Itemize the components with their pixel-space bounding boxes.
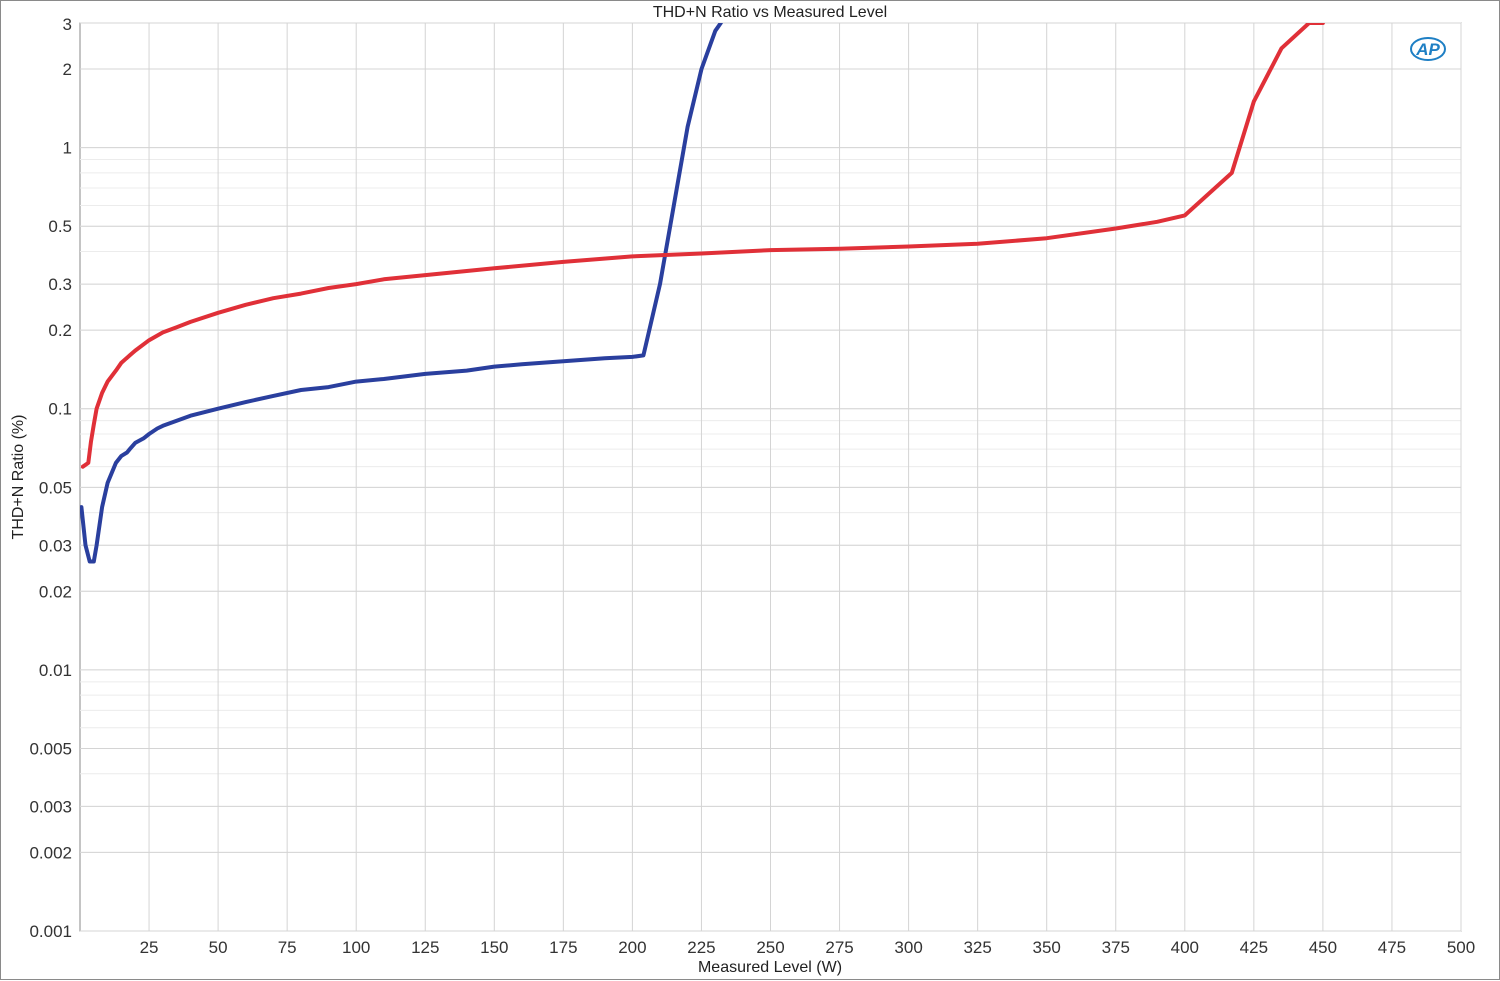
y-tick-label: 0.2 [48,321,72,340]
x-tick-label: 425 [1240,938,1268,957]
y-axis-label: THD+N Ratio (%) [10,415,27,540]
grid [80,22,1462,932]
x-tick-label: 250 [756,938,784,957]
y-tick-label: 0.02 [39,582,72,601]
x-tick-label: 275 [825,938,853,957]
y-tick-label: 0.01 [39,661,72,680]
y-tick-label: 0.002 [29,843,72,862]
x-tick-label: 50 [209,938,228,957]
x-tick-label: 500 [1447,938,1475,957]
y-tick-label: 3 [63,15,72,34]
ap-logo-text: AP [1415,40,1440,59]
y-tick-label: 0.005 [29,739,72,758]
y-tick-label: 0.003 [29,797,72,816]
y-tick-label: 2 [63,60,72,79]
thd-chart: 0.001 0.002 0.003 0.005 0.01 0.02 0.03 0.05 0.1 0… [10,4,1476,976]
y-tick-label: 0.05 [39,478,72,497]
x-tick-label: 400 [1171,938,1199,957]
x-tick-label: 175 [549,938,577,957]
y-tick-label: 0.3 [48,275,72,294]
y-tick-label: 1 [63,139,72,158]
x-tick-label: 375 [1102,938,1130,957]
x-tick-label: 300 [894,938,922,957]
x-tick-label: 450 [1309,938,1337,957]
y-tick-labels: 0.001 0.002 0.003 0.005 0.01 0.02 0.03 0.05 0.1 0… [29,15,72,941]
x-tick-label: 325 [963,938,991,957]
x-tick-label: 75 [278,938,297,957]
x-tick-label: 475 [1378,938,1406,957]
x-tick-label: 150 [480,938,508,957]
chart-title: THD+N Ratio vs Measured Level [653,4,887,21]
x-axis-label: Measured Level (W) [698,959,842,976]
y-tick-label: 0.1 [48,400,72,419]
x-tick-label: 225 [687,938,715,957]
y-tick-label: 0.5 [48,217,72,236]
chart-frame: 0.001 0.002 0.003 0.005 0.01 0.02 0.03 0.05 0.1 0… [0,0,1500,980]
x-tick-label: 25 [140,938,159,957]
y-tick-label: 0.001 [29,922,72,941]
x-tick-label: 100 [342,938,370,957]
x-tick-label: 125 [411,938,439,957]
x-tick-label: 350 [1033,938,1061,957]
x-tick-label: 200 [618,938,646,957]
y-tick-label: 0.03 [39,536,72,555]
x-tick-labels: 25 50 75 100 125 150 175 200 225 250 275 300 325 350 3… [140,938,1476,957]
